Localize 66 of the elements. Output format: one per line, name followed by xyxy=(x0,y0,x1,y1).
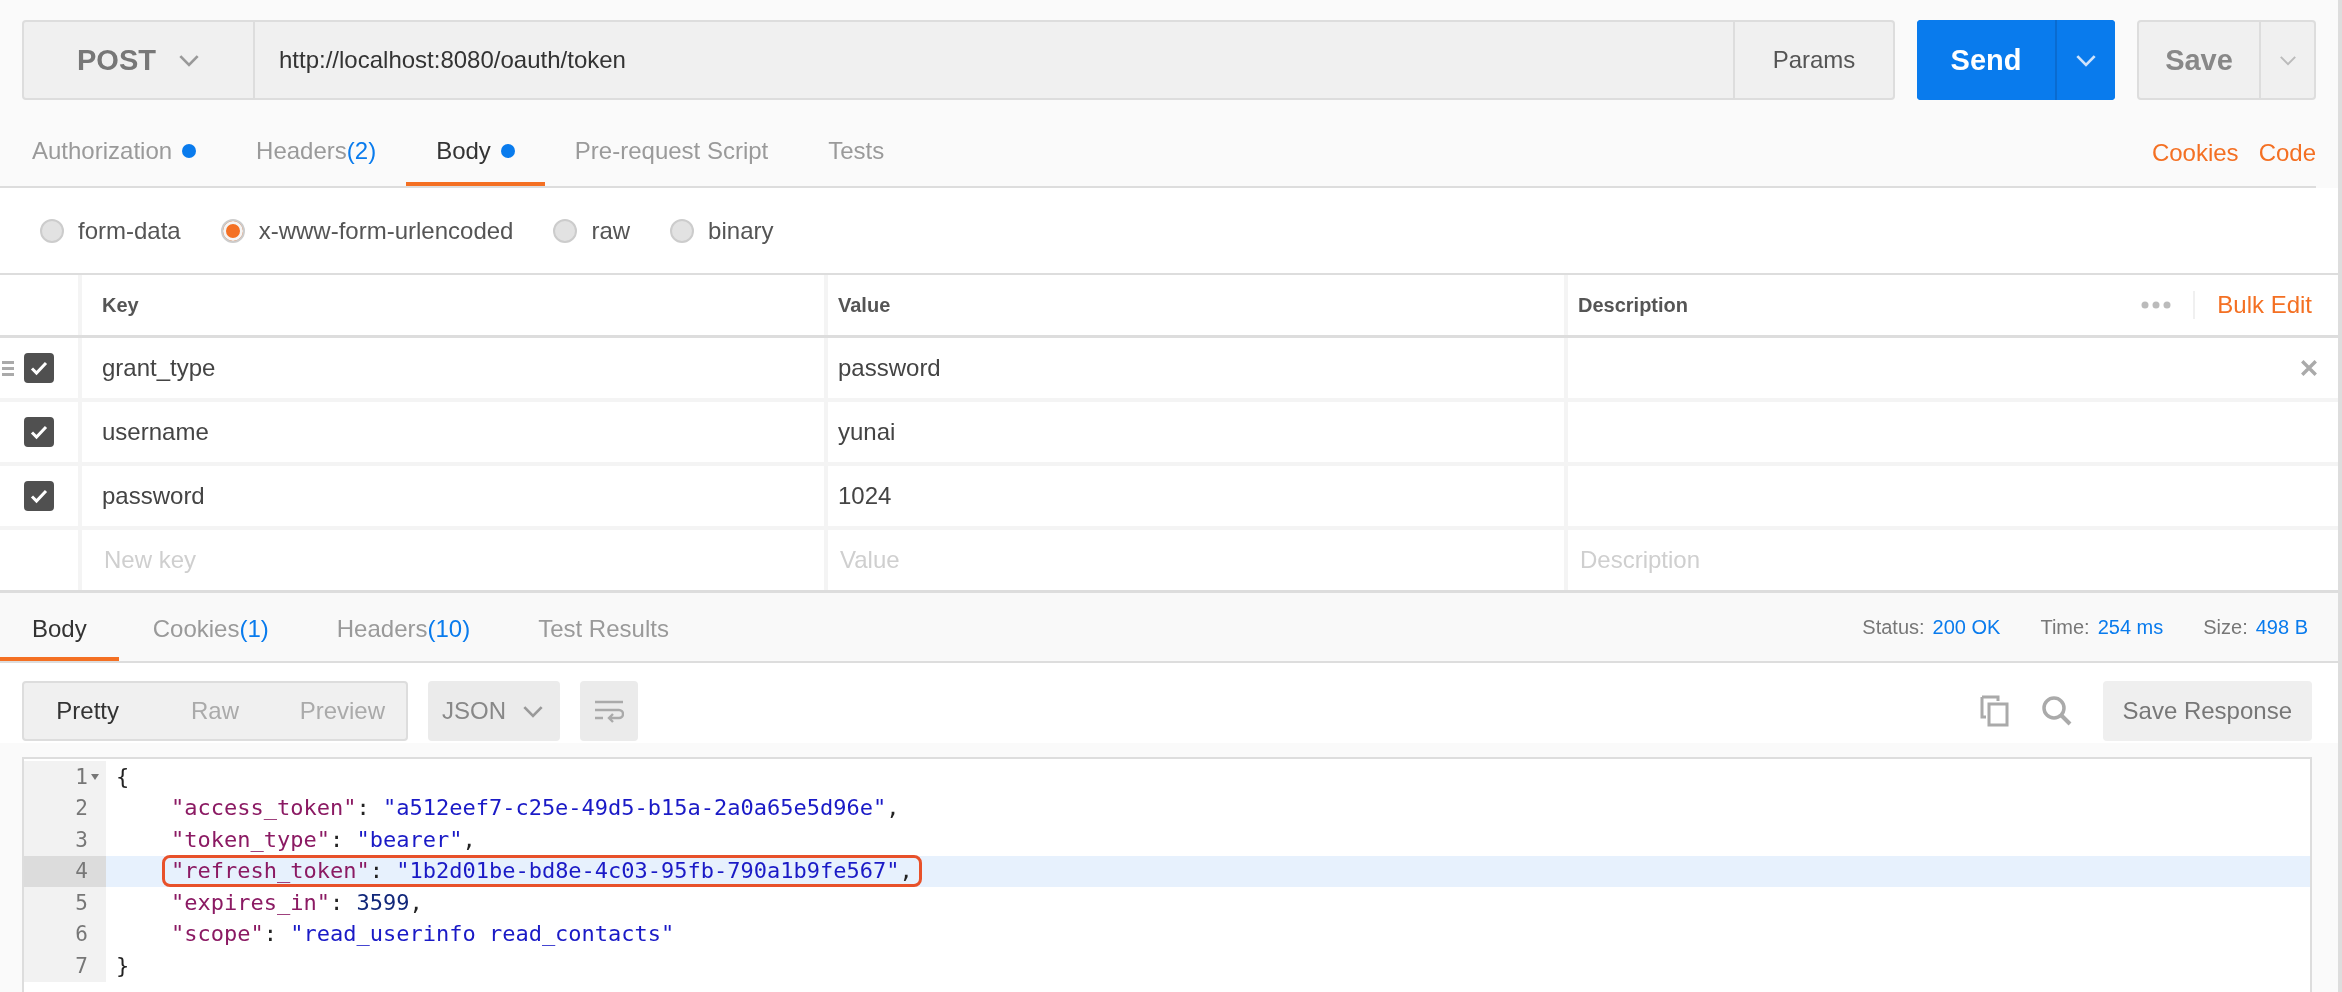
wrap-lines-button[interactable] xyxy=(580,681,638,741)
drag-handle-icon[interactable] xyxy=(2,360,14,376)
more-icon[interactable] xyxy=(2141,301,2172,309)
header-link[interactable]: Code xyxy=(2258,120,2316,186)
response-tab[interactable]: Headers(10) xyxy=(302,593,505,661)
params-button[interactable]: Params xyxy=(1733,20,1895,100)
param-key: grant_type xyxy=(102,354,216,382)
param-value: yunai xyxy=(838,418,896,446)
request-tab[interactable]: Pre-request Script xyxy=(544,120,799,186)
radio-option[interactable]: form-data xyxy=(40,216,181,245)
param-key: username xyxy=(102,418,209,446)
status-label: Size: xyxy=(2203,615,2248,639)
fold-arrow-icon[interactable] xyxy=(90,772,100,781)
checkbox[interactable] xyxy=(24,353,54,383)
param-key: password xyxy=(102,482,205,510)
url-field[interactable]: http://localhost:8080/oauth/token xyxy=(255,20,1733,100)
status-value: 254 ms xyxy=(2097,615,2164,639)
param-value: 1024 xyxy=(838,482,892,510)
radio-option[interactable]: x-www-form-urlencoded xyxy=(220,216,514,245)
search-icon[interactable] xyxy=(2040,695,2073,727)
code-line: "access_token": "a512eef7-c25e-49d5-b15a-2a0a65e5d96e", xyxy=(170,794,901,823)
line-number: 5 xyxy=(75,890,88,915)
chevron-down-icon xyxy=(178,53,200,67)
status-label: Time: xyxy=(2040,615,2090,639)
chevron-down-icon xyxy=(522,704,544,718)
send-options-button[interactable] xyxy=(2055,20,2115,100)
checkbox[interactable] xyxy=(24,481,54,511)
header-link[interactable]: Cookies xyxy=(2151,120,2239,186)
bulk-edit-link[interactable]: Bulk Edit xyxy=(2193,291,2312,319)
code-line: { xyxy=(115,762,131,791)
code-line: "scope": "read_userinfo read_contacts" xyxy=(170,920,676,949)
view-mode-tab[interactable]: Preview xyxy=(278,683,406,739)
wrap-lines-icon xyxy=(594,699,624,723)
line-number: 6 xyxy=(75,922,88,947)
param-value: password xyxy=(838,354,941,382)
save-response-button[interactable]: Save Response xyxy=(2102,681,2312,741)
method-dropdown[interactable]: POST xyxy=(22,20,255,100)
line-number: 7 xyxy=(75,953,88,978)
checkbox[interactable] xyxy=(24,417,54,447)
request-tab[interactable]: Tests xyxy=(798,120,915,186)
code-line: } xyxy=(115,951,131,980)
copy-icon[interactable] xyxy=(1978,695,2011,727)
line-number: 2 xyxy=(75,796,88,821)
status-label: Status: xyxy=(1862,615,1925,639)
request-tab[interactable]: Headers(2) xyxy=(226,120,407,186)
column-header: Key xyxy=(102,293,139,317)
radio-option[interactable]: raw xyxy=(553,216,631,245)
view-mode-tab[interactable]: Pretty xyxy=(24,683,152,739)
view-mode-tab[interactable]: Raw xyxy=(151,683,279,739)
chevron-down-icon xyxy=(2075,53,2097,67)
code-line: "token_type": "bearer", xyxy=(170,825,477,854)
response-tab[interactable]: Cookies(1) xyxy=(118,593,303,661)
column-header: Value xyxy=(838,293,891,317)
request-tab[interactable]: Authorization xyxy=(2,120,227,186)
radio-option[interactable]: binary xyxy=(670,216,774,245)
line-number: 1 xyxy=(75,764,88,789)
code-line: "expires_in": 3599, xyxy=(170,888,424,917)
close-icon[interactable] xyxy=(2300,359,2318,377)
chevron-down-icon xyxy=(2278,54,2297,66)
status-value: 200 OK xyxy=(1932,615,2001,639)
format-dropdown[interactable]: JSON xyxy=(428,681,560,741)
response-tab[interactable]: Test Results xyxy=(504,593,703,661)
line-number: 4 xyxy=(75,859,88,884)
status-value: 498 B xyxy=(2255,615,2308,639)
column-header: Description xyxy=(1578,293,1689,317)
line-number: 3 xyxy=(75,827,88,852)
